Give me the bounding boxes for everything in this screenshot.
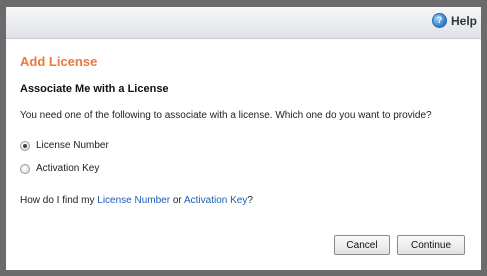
section-heading: Associate Me with a License — [20, 83, 169, 95]
license-number-radio[interactable] — [20, 140, 30, 151]
license-number-link[interactable]: License Number — [97, 195, 170, 206]
prompt-text: You need one of the following to associa… — [20, 110, 432, 121]
activation-key-label: Activation Key — [36, 163, 100, 174]
cancel-button[interactable]: Cancel — [334, 235, 390, 255]
help-button[interactable]: ? Help — [431, 13, 477, 28]
howto-middle: or — [170, 195, 184, 206]
license-number-label: License Number — [36, 140, 109, 151]
add-license-dialog: ? Help Add License Associate Me with a L… — [6, 7, 481, 270]
help-icon: ? — [431, 13, 447, 28]
help-label: Help — [450, 13, 477, 28]
howto-suffix: ? — [247, 195, 253, 206]
license-number-option[interactable]: License Number — [20, 140, 109, 151]
activation-key-radio[interactable] — [20, 163, 30, 174]
continue-button[interactable]: Continue — [397, 235, 465, 255]
activation-key-link[interactable]: Activation Key — [184, 195, 247, 206]
dialog-toolbar: ? Help — [6, 7, 481, 39]
howto-text: How do I find my License Number or Activ… — [20, 195, 253, 206]
activation-key-option[interactable]: Activation Key — [20, 163, 99, 174]
page-title: Add License — [20, 54, 98, 69]
howto-prefix: How do I find my — [20, 195, 98, 206]
